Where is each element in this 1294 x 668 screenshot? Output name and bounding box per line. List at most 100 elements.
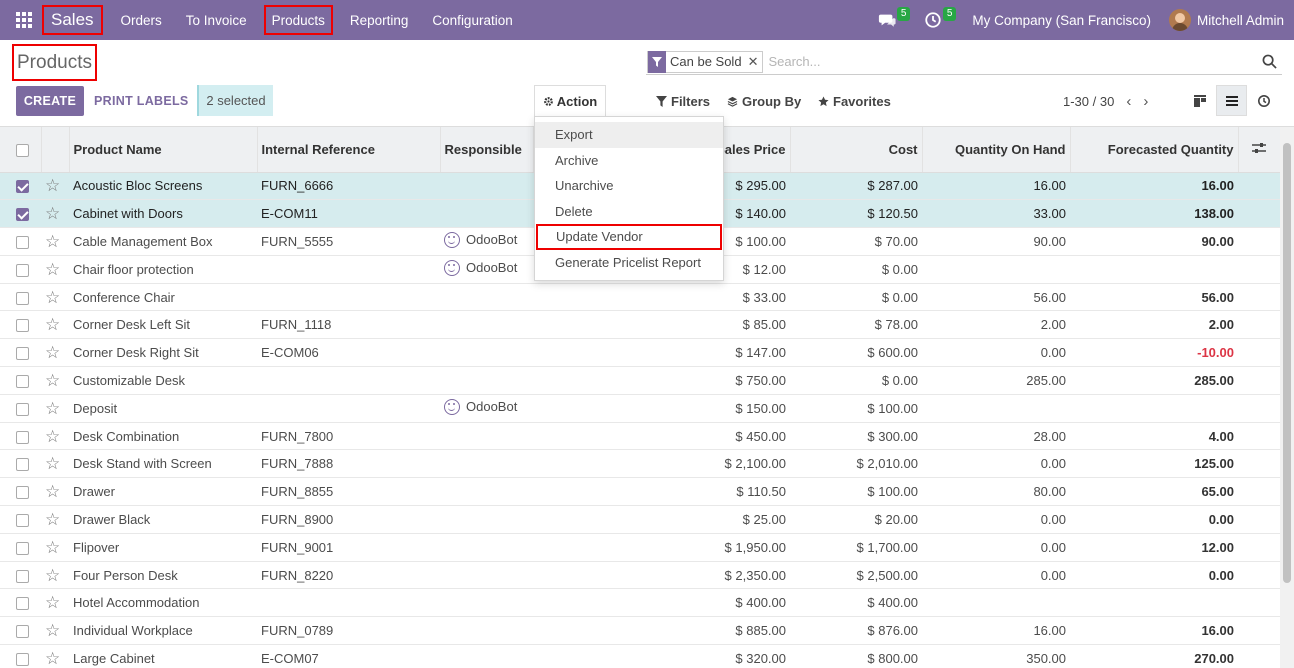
row-checkbox[interactable] (16, 513, 29, 527)
menu-item-export[interactable]: Export (535, 122, 723, 148)
table-row[interactable]: ☆ Drawer Black FURN_8900 $ 25.00 $ 20.00 0.00… (0, 505, 1280, 534)
product-name-cell: Desk Stand with Screen (69, 449, 257, 479)
star-icon[interactable]: ☆ (45, 538, 60, 557)
product-name-cell: Deposit (69, 394, 257, 423)
column-responsible[interactable]: Responsible (440, 127, 534, 173)
row-checkbox[interactable] (16, 291, 29, 305)
column-cost[interactable]: Cost (790, 127, 923, 173)
row-spacer-cell (1238, 477, 1280, 507)
row-checkbox[interactable] (16, 375, 29, 388)
star-icon[interactable]: ☆ (45, 454, 60, 473)
pager-value[interactable]: 1-30 / 30 (1063, 94, 1114, 109)
row-checkbox[interactable] (16, 208, 29, 222)
star-icon[interactable]: ☆ (45, 288, 60, 307)
table-row[interactable]: ☆ Corner Desk Right Sit E-COM06 $ 147.00 $ 6… (0, 338, 1280, 368)
table-row[interactable]: ☆ Customizable Desk $ 750.00 $ 0.00 285.00 28… (0, 366, 1280, 395)
app-name[interactable]: Sales (42, 5, 103, 35)
star-icon[interactable]: ☆ (45, 232, 60, 251)
column-forecasted-quantity[interactable]: Forecasted Quantity (1070, 127, 1239, 173)
table-row[interactable]: ☆ Desk Combination FURN_7800 $ 450.00 $ 300.… (0, 422, 1280, 451)
table-row[interactable]: ☆ Corner Desk Left Sit FURN_1118 $ 85.00 $ 7… (0, 310, 1280, 340)
kanban-view-button[interactable] (1184, 85, 1215, 116)
print-labels-button[interactable]: PRINT LABELS (94, 86, 189, 116)
table-row[interactable]: ☆ Four Person Desk FURN_8220 $ 2,350.00 $ 2,… (0, 561, 1280, 590)
action-button[interactable]: Action (534, 85, 606, 116)
row-checkbox-cell (0, 227, 41, 256)
row-checkbox-cell (0, 394, 41, 423)
star-icon[interactable]: ☆ (45, 399, 60, 418)
scrollbar-thumb[interactable] (1283, 143, 1291, 583)
user-menu[interactable]: Mitchell Admin (1168, 9, 1284, 31)
row-checkbox[interactable] (16, 430, 29, 444)
menu-configuration[interactable]: Configuration (420, 0, 524, 40)
menu-item-archive[interactable]: Archive (535, 148, 723, 174)
row-checkbox[interactable] (16, 263, 29, 277)
star-icon[interactable]: ☆ (45, 649, 60, 668)
table-row[interactable]: ☆ Desk Stand with Screen FURN_7888 $ 2,100.… (0, 449, 1280, 479)
list-view-button[interactable] (1216, 85, 1247, 116)
menu-item-generate-pricelist-report[interactable]: Generate Pricelist Report (535, 250, 723, 276)
menu-item-unarchive[interactable]: Unarchive (535, 173, 723, 199)
filter-icon (648, 50, 666, 73)
column-quantity-on-hand[interactable]: Quantity On Hand (922, 127, 1071, 173)
menu-orders[interactable]: Orders (109, 0, 174, 40)
table-row[interactable]: ☆ Conference Chair $ 33.00 $ 0.00 56.00 56.00 (0, 283, 1280, 312)
row-checkbox[interactable] (16, 180, 29, 194)
create-button[interactable]: CREATE (16, 86, 84, 116)
star-icon[interactable]: ☆ (45, 343, 60, 362)
group-by-button[interactable]: Group By (727, 86, 801, 116)
apps-menu-icon[interactable] (6, 0, 42, 40)
favorites-button[interactable]: Favorites (818, 86, 891, 116)
messages-button[interactable]: 5 (872, 0, 911, 40)
row-checkbox[interactable] (16, 597, 29, 611)
star-icon[interactable]: ☆ (45, 176, 60, 195)
row-checkbox[interactable] (16, 402, 29, 416)
column-product-name[interactable]: Product Name (69, 127, 258, 173)
table-row[interactable]: ☆ Deposit OdooBot $ 150.00 $ 100.00 (0, 394, 1280, 423)
star-icon[interactable]: ☆ (45, 260, 60, 279)
table-row[interactable]: ☆ Large Cabinet E-COM07 $ 320.00 $ 800.00 350… (0, 644, 1280, 668)
row-checkbox[interactable] (16, 541, 29, 555)
star-icon[interactable]: ☆ (45, 315, 60, 334)
star-icon[interactable]: ☆ (45, 482, 60, 501)
column-internal-reference[interactable]: Internal Reference (257, 127, 441, 173)
menu-products[interactable]: Products (263, 5, 333, 35)
star-icon[interactable]: ☆ (45, 566, 60, 585)
star-icon[interactable]: ☆ (45, 593, 60, 612)
table-row[interactable]: ☆ Drawer FURN_8855 $ 110.50 $ 100.00 80.00 65.… (0, 477, 1280, 507)
scrollbar[interactable] (1280, 127, 1294, 668)
row-checkbox[interactable] (16, 625, 29, 639)
search-icon[interactable] (1256, 54, 1282, 69)
optional-columns-toggle[interactable] (1238, 127, 1281, 173)
star-icon[interactable]: ☆ (45, 204, 60, 223)
activity-view-button[interactable] (1248, 85, 1279, 116)
menu-item-delete[interactable]: Delete (535, 199, 723, 225)
facet-remove-icon[interactable]: ✕ (746, 54, 763, 70)
sales-price-cell: $ 85.00 (533, 310, 790, 340)
row-checkbox[interactable] (16, 486, 29, 500)
table-row[interactable]: ☆ Hotel Accommodation $ 400.00 $ 400.00 (0, 588, 1280, 618)
table-row[interactable]: ☆ Flipover FURN_9001 $ 1,950.00 $ 1,700.00 0.… (0, 533, 1280, 562)
star-icon[interactable]: ☆ (45, 621, 60, 640)
activities-button[interactable]: 5 (918, 0, 957, 40)
menu-to-invoice[interactable]: To Invoice (174, 0, 259, 40)
star-icon[interactable]: ☆ (45, 371, 60, 390)
chevron-left-icon[interactable]: ‹ (1126, 93, 1131, 110)
table-row[interactable]: ☆ Individual Workplace FURN_0789 $ 885.00 $ … (0, 616, 1280, 646)
star-icon[interactable]: ☆ (45, 427, 60, 446)
row-checkbox[interactable] (16, 347, 29, 361)
search-input[interactable] (768, 54, 1256, 69)
row-checkbox[interactable] (16, 319, 29, 333)
filters-button[interactable]: Filters (656, 86, 710, 116)
star-icon[interactable]: ☆ (45, 510, 60, 529)
chevron-right-icon[interactable]: › (1143, 93, 1148, 110)
product-name-cell: Flipover (69, 533, 257, 562)
menu-item-update-vendor[interactable]: Update Vendor (536, 224, 722, 250)
row-checkbox[interactable] (16, 569, 29, 583)
row-checkbox[interactable] (16, 236, 29, 250)
row-checkbox[interactable] (16, 652, 29, 666)
company-switcher[interactable]: My Company (San Francisco) (972, 13, 1151, 28)
row-checkbox[interactable] (16, 458, 29, 472)
menu-reporting[interactable]: Reporting (338, 0, 421, 40)
select-all-checkbox[interactable] (16, 143, 29, 157)
